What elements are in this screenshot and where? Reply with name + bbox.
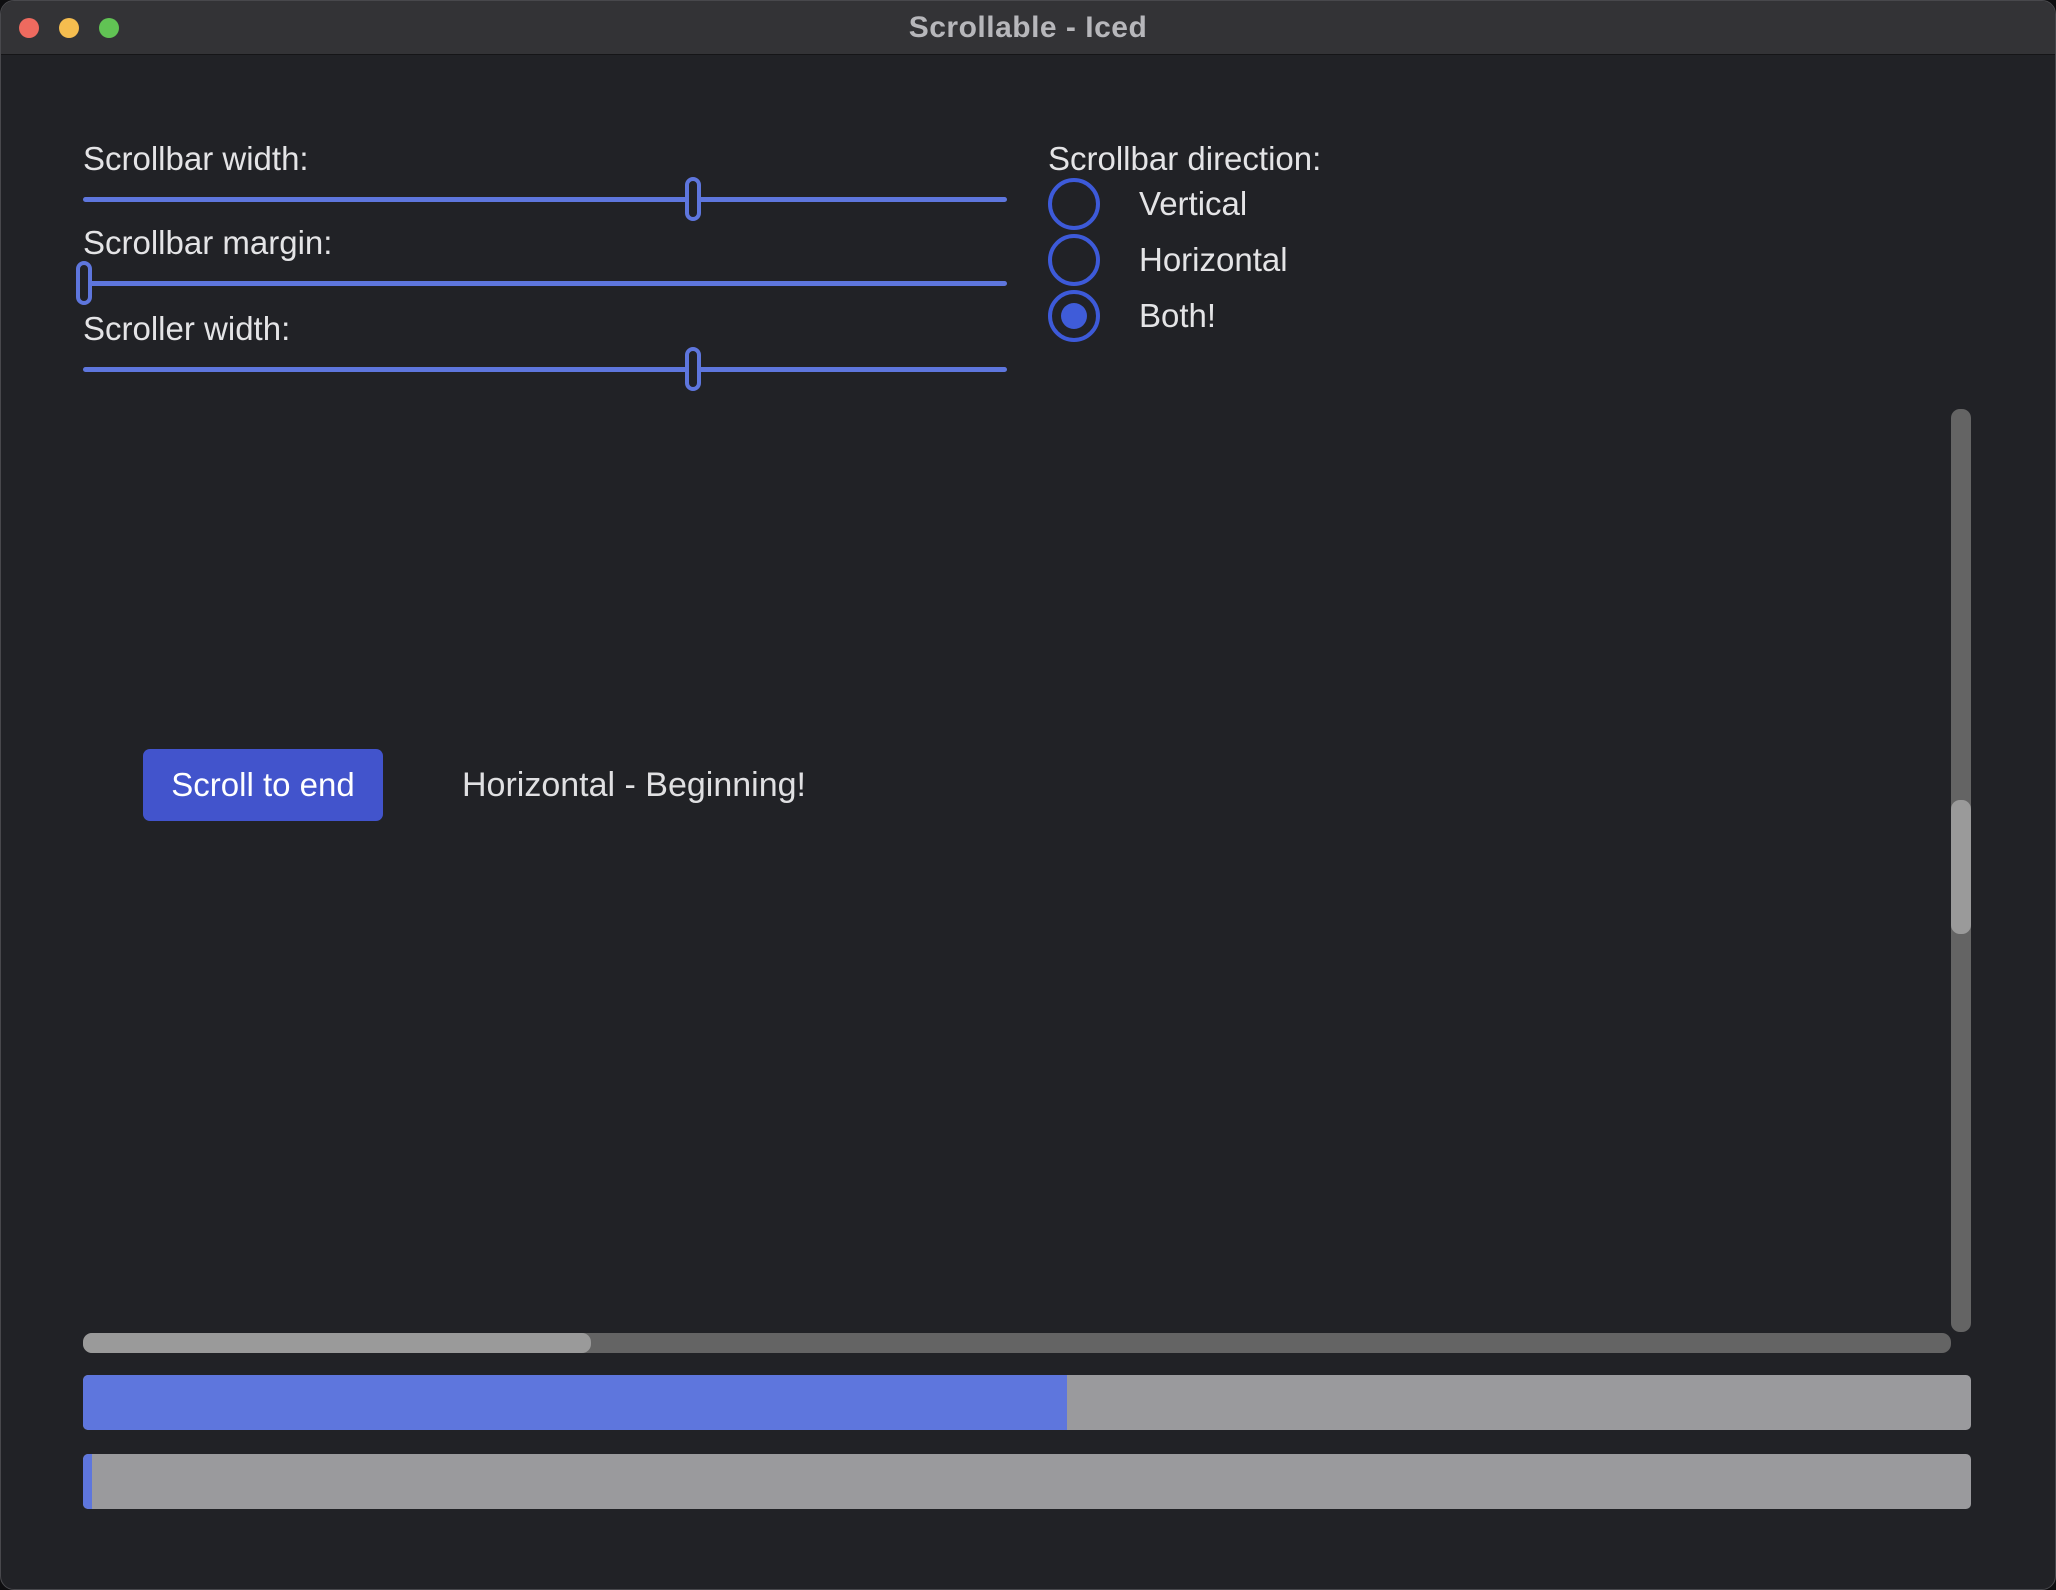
progress-fill	[83, 1454, 92, 1509]
minimize-button[interactable]	[59, 18, 79, 38]
radio-label: Both!	[1139, 297, 1216, 335]
slider-handle[interactable]	[76, 261, 92, 305]
vertical-progress-bar	[83, 1375, 1971, 1430]
slider-handle[interactable]	[685, 177, 701, 221]
close-button[interactable]	[19, 18, 39, 38]
radio-label: Vertical	[1139, 185, 1247, 223]
radio-option-both[interactable]: Both!	[1048, 290, 1216, 342]
vertical-scrollbar-thumb[interactable]	[1951, 800, 1971, 934]
scroller-width-slider[interactable]	[83, 367, 1007, 372]
slider-handle[interactable]	[685, 347, 701, 391]
radio-label: Horizontal	[1139, 241, 1288, 279]
scrollbar-margin-label: Scrollbar margin:	[83, 223, 332, 263]
zoom-button[interactable]	[99, 18, 119, 38]
radio-circle-icon[interactable]	[1048, 178, 1100, 230]
window-title: Scrollable - Iced	[909, 11, 1148, 45]
app-window: Scrollable - Iced Scrollbar width: Scrol…	[0, 0, 2056, 1590]
scrollbar-width-slider[interactable]	[83, 197, 1007, 202]
scroll-status-text: Horizontal - Beginning!	[462, 749, 806, 821]
scrollbar-width-label: Scrollbar width:	[83, 139, 309, 179]
scrollbar-direction-label: Scrollbar direction:	[1048, 139, 1321, 179]
horizontal-scrollbar-track[interactable]	[83, 1333, 1951, 1353]
vertical-scrollbar-track[interactable]	[1951, 409, 1971, 1332]
radio-option-vertical[interactable]: Vertical	[1048, 178, 1247, 230]
horizontal-scrollbar-thumb[interactable]	[83, 1333, 591, 1353]
radio-option-horizontal[interactable]: Horizontal	[1048, 234, 1288, 286]
scrollbar-margin-slider[interactable]	[83, 281, 1007, 286]
titlebar[interactable]: Scrollable - Iced	[1, 1, 2055, 55]
progress-fill	[83, 1375, 1067, 1430]
radio-dot	[1061, 303, 1087, 329]
traffic-lights	[19, 1, 119, 55]
scroller-width-label: Scroller width:	[83, 309, 290, 349]
radio-circle-icon[interactable]	[1048, 234, 1100, 286]
radio-circle-icon[interactable]	[1048, 290, 1100, 342]
horizontal-progress-bar	[83, 1454, 1971, 1509]
scroll-to-end-button[interactable]: Scroll to end	[143, 749, 383, 821]
